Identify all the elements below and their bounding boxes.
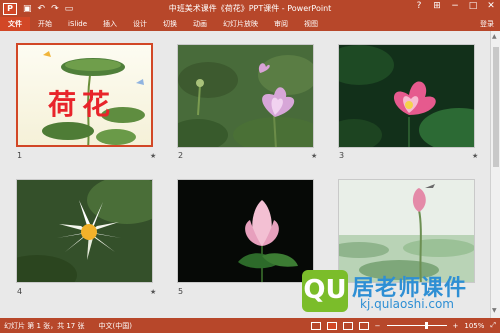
watermark-url: kj.qulaoshi.com xyxy=(360,297,454,311)
tab-animations[interactable]: 动画 xyxy=(185,17,215,31)
fit-to-window-icon[interactable]: ⤢ xyxy=(490,321,496,330)
tab-insert[interactable]: 插入 xyxy=(95,17,125,31)
slide-1-title: 荷花 xyxy=(48,88,117,121)
zoom-slider[interactable] xyxy=(386,322,447,329)
slide-6-image xyxy=(339,180,474,282)
slide-number-2: 2 xyxy=(178,151,184,160)
tab-islide[interactable]: iSlide xyxy=(60,17,95,31)
slide-sorter-view-button[interactable] xyxy=(326,321,337,330)
slide-3-image xyxy=(339,45,474,147)
help-button[interactable]: ? xyxy=(412,1,426,11)
watermark-logo: QU 居老师课件 kj.qulaoshi.com xyxy=(302,270,500,318)
redo-icon[interactable]: ↷ xyxy=(51,4,59,14)
tab-transitions[interactable]: 切换 xyxy=(155,17,185,31)
view-zoom-controls: − + 105% ⤢ xyxy=(310,321,496,330)
close-button[interactable]: ✕ xyxy=(484,1,498,11)
slide-5-image xyxy=(178,180,313,282)
normal-view-button[interactable] xyxy=(310,321,321,330)
slide-number-1: 1 xyxy=(17,151,23,160)
save-icon[interactable]: ▣ xyxy=(23,4,32,14)
tab-view[interactable]: 视图 xyxy=(296,17,326,31)
zoom-in-button[interactable]: + xyxy=(453,322,459,330)
slide-thumbnail-6[interactable] xyxy=(338,179,475,283)
tab-file[interactable]: 文件 xyxy=(0,17,30,31)
watermark-qu-logo: QU xyxy=(302,270,348,312)
slide-2-image xyxy=(178,45,313,147)
slide-thumbnail-1[interactable]: 荷花 xyxy=(16,43,153,147)
title-bar: P ▣ ↶ ↷ ▭ 中班美术课件《荷花》PPT课件 - PowerPoint ?… xyxy=(0,0,500,17)
tab-home[interactable]: 开始 xyxy=(30,17,60,31)
transition-indicator-2: ★ xyxy=(311,152,318,160)
slide-4-image xyxy=(17,180,152,282)
scroll-up-arrow-icon[interactable]: ▲ xyxy=(492,33,497,40)
minimize-button[interactable]: − xyxy=(448,1,462,11)
slide-number-4: 4 xyxy=(17,287,23,296)
login-link[interactable]: 登录 xyxy=(480,17,494,31)
present-icon[interactable]: ▭ xyxy=(65,4,74,14)
slide-thumbnail-2[interactable] xyxy=(177,44,314,148)
reading-view-button[interactable] xyxy=(342,321,353,330)
quick-access-toolbar: ▣ ↶ ↷ ▭ xyxy=(23,4,73,14)
tab-slideshow[interactable]: 幻灯片放映 xyxy=(215,17,266,31)
slide-count-status: 幻灯片 第 1 张，共 17 张 xyxy=(4,321,85,330)
transition-indicator-1: ★ xyxy=(150,152,157,160)
zoom-level[interactable]: 105% xyxy=(464,322,484,330)
status-bar: 幻灯片 第 1 张，共 17 张 中文(中国) − + 105% ⤢ xyxy=(0,318,500,333)
butterfly-icon xyxy=(136,79,144,85)
transition-indicator-4: ★ xyxy=(150,288,157,296)
tab-review[interactable]: 审阅 xyxy=(266,17,296,31)
undo-icon[interactable]: ↶ xyxy=(38,4,46,14)
slide-number-3: 3 xyxy=(339,151,345,160)
butterfly-icon xyxy=(43,51,51,57)
slide-thumbnail-5[interactable] xyxy=(177,179,314,283)
ribbon-tabs: 文件 开始 iSlide 插入 设计 切换 动画 幻灯片放映 审阅 视图 登录 xyxy=(0,17,500,31)
transition-indicator-3: ★ xyxy=(472,152,479,160)
zoom-slider-knob[interactable] xyxy=(424,322,428,329)
slideshow-view-button[interactable] xyxy=(358,321,369,330)
language-status[interactable]: 中文(中国) xyxy=(99,321,132,331)
ribbon-display-options-button[interactable]: ⊞ xyxy=(430,1,444,11)
window-controls: ? ⊞ − □ ✕ xyxy=(412,1,498,11)
zoom-out-button[interactable]: − xyxy=(375,322,381,330)
powerpoint-logo-icon: P xyxy=(3,2,17,15)
slide-thumbnail-4[interactable] xyxy=(16,179,153,283)
scrollbar-thumb[interactable] xyxy=(493,47,499,167)
tab-design[interactable]: 设计 xyxy=(125,17,155,31)
restore-button[interactable]: □ xyxy=(466,1,480,11)
slide-number-5: 5 xyxy=(178,287,184,296)
slide-thumbnail-3[interactable] xyxy=(338,44,475,148)
